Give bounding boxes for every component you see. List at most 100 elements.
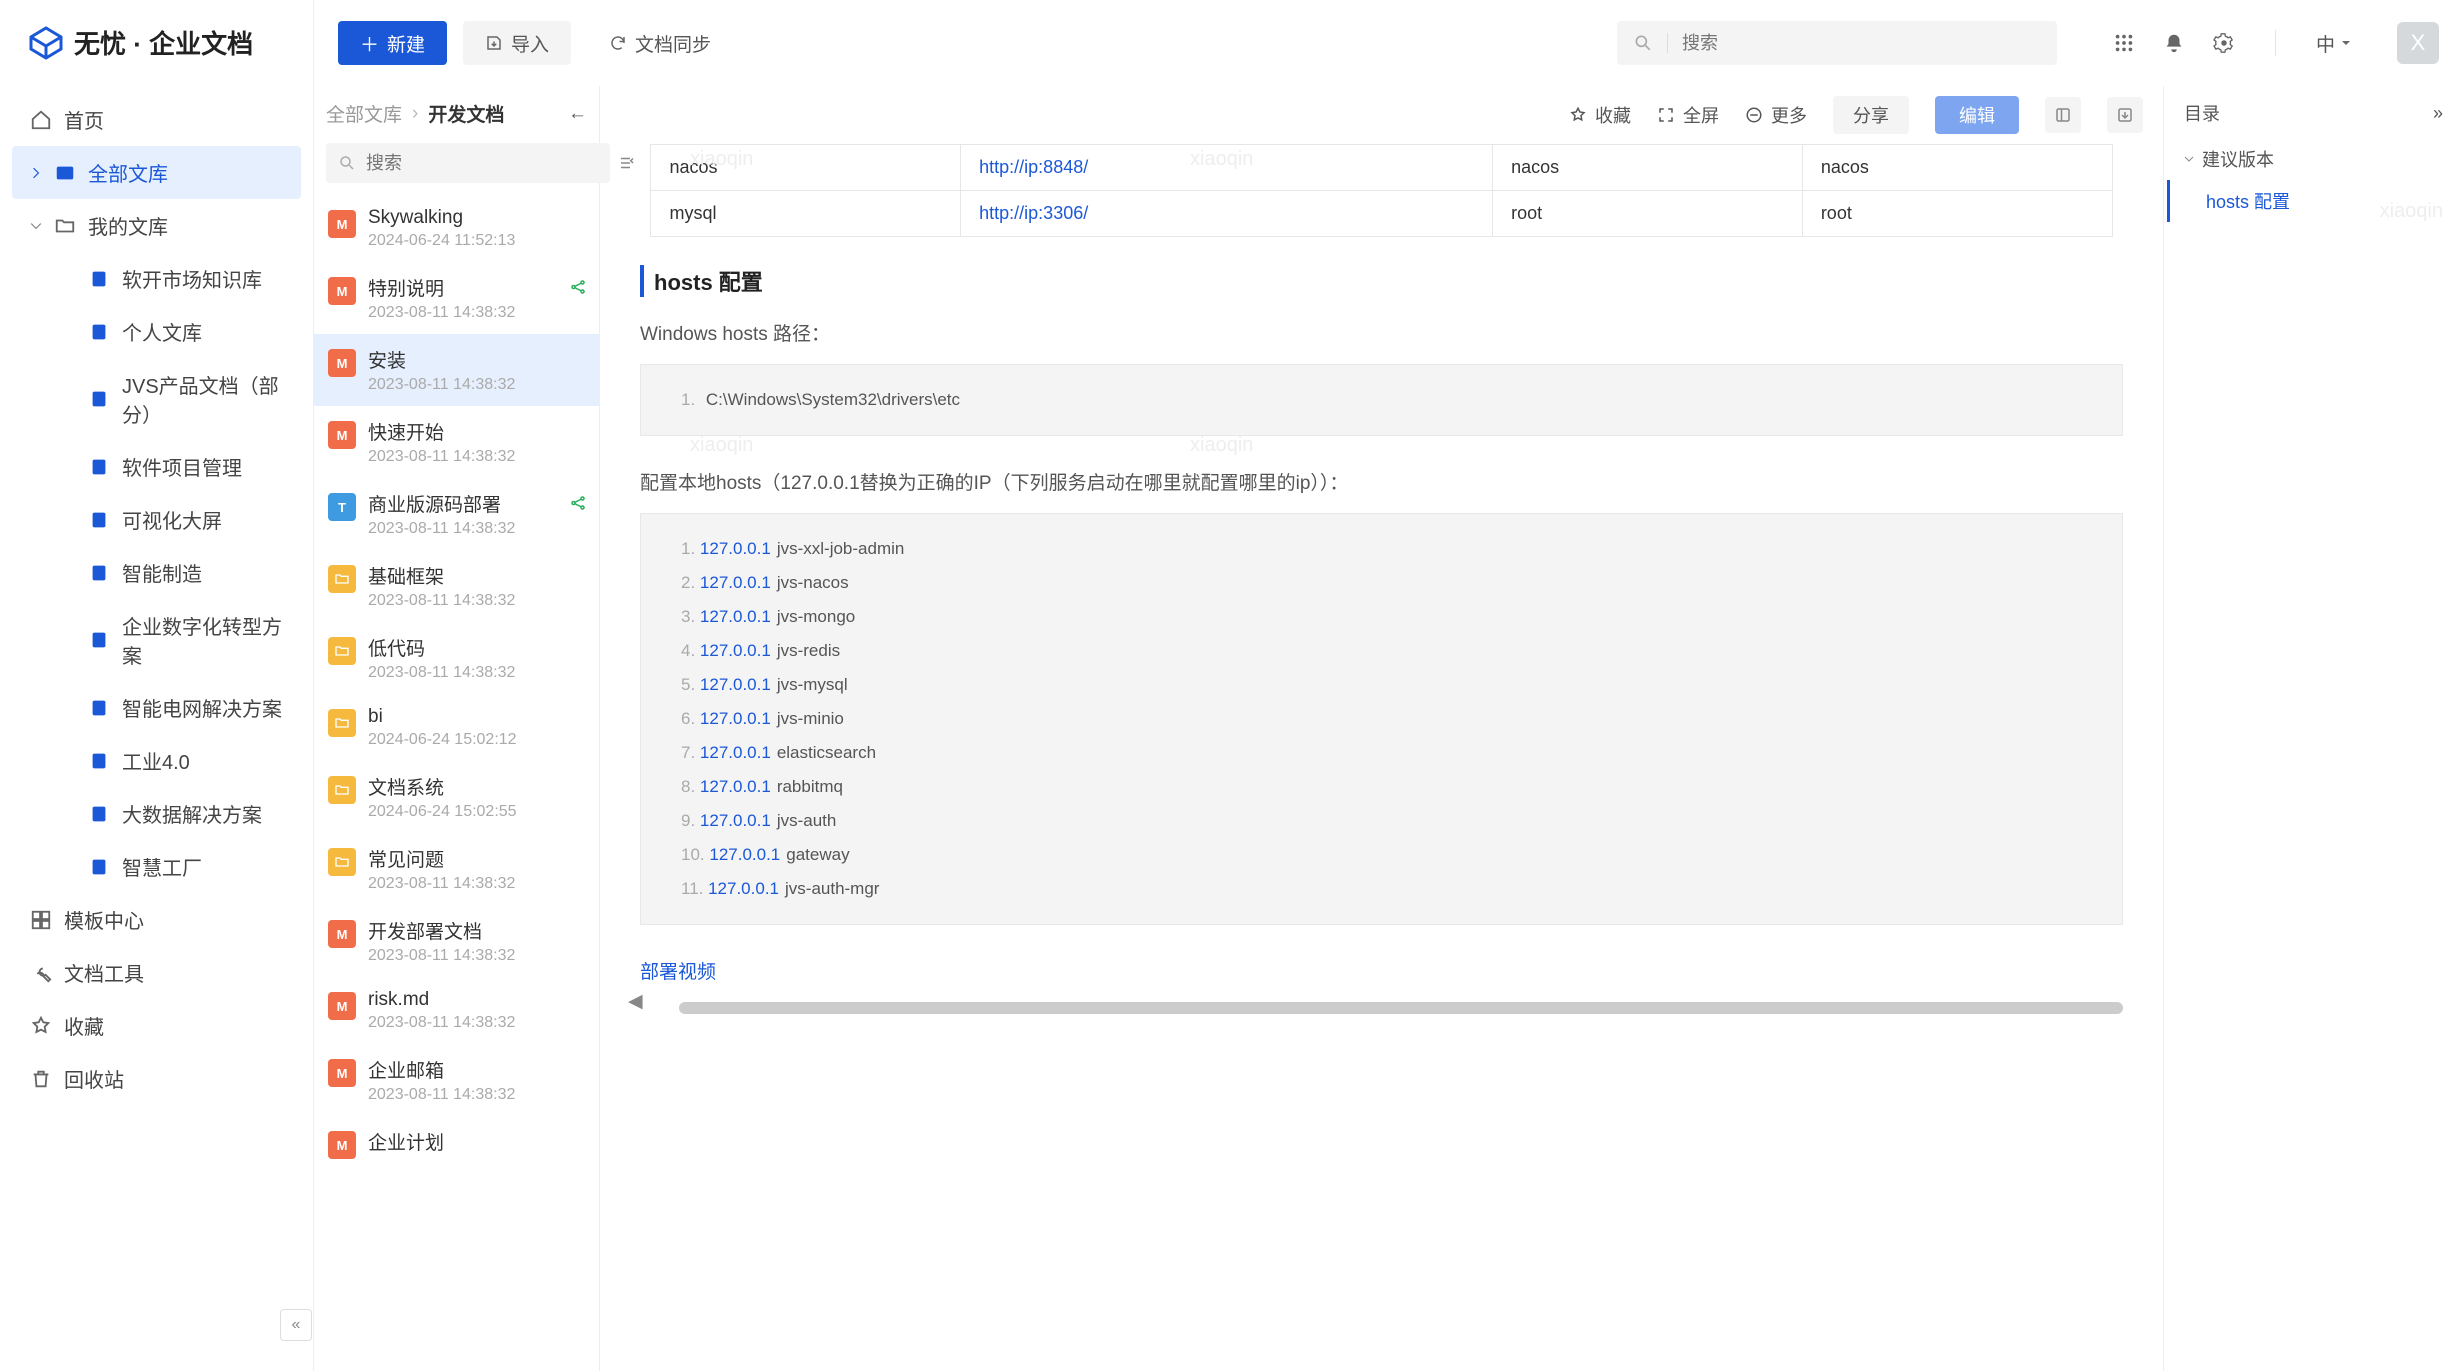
file-title: 企业邮箱 bbox=[368, 1056, 515, 1083]
sidebar-mine-child[interactable]: JVS产品文档（部分） bbox=[12, 358, 301, 440]
collapse-sidebar-button[interactable]: « bbox=[280, 1309, 312, 1341]
file-list-item[interactable]: Mrisk.md2023-08-11 14:38:32 bbox=[314, 977, 599, 1044]
file-title: Skywalking bbox=[368, 207, 515, 229]
file-list-item[interactable]: M特别说明2023-08-11 14:38:32 bbox=[314, 262, 599, 334]
sync-button[interactable]: 文档同步 bbox=[587, 21, 733, 65]
sidebar-home[interactable]: 首页 bbox=[12, 93, 301, 146]
back-button[interactable]: ← bbox=[568, 103, 587, 125]
doc-icon bbox=[88, 456, 110, 478]
file-type-badge bbox=[328, 848, 356, 876]
file-list-item[interactable]: 文档系统2024-06-24 15:02:55 bbox=[314, 761, 599, 833]
import-icon bbox=[485, 34, 503, 52]
file-list-item[interactable]: 基础框架2023-08-11 14:38:32 bbox=[314, 550, 599, 622]
file-title: 安装 bbox=[368, 346, 515, 373]
file-list-item[interactable]: 常见问题2023-08-11 14:38:32 bbox=[314, 833, 599, 905]
fullscreen-button[interactable]: 全屏 bbox=[1657, 102, 1719, 128]
file-list-item[interactable]: 低代码2023-08-11 14:38:32 bbox=[314, 622, 599, 694]
doc-scroll[interactable]: xiaoqin xiaoqin xiaoqin xiaoqin nacoshtt… bbox=[600, 144, 2163, 1371]
settings-icon[interactable] bbox=[2213, 32, 2235, 54]
tools-icon bbox=[30, 962, 52, 984]
search-input[interactable] bbox=[1682, 33, 2041, 54]
more-button[interactable]: 更多 bbox=[1745, 102, 1807, 128]
template-icon bbox=[30, 909, 52, 931]
code-block: C:\Windows\System32\drivers\etc bbox=[640, 364, 2123, 436]
file-list-item[interactable]: M企业邮箱2023-08-11 14:38:32 bbox=[314, 1044, 599, 1116]
export-panel-button[interactable] bbox=[2107, 97, 2143, 133]
table-link[interactable]: http://ip:3306/ bbox=[979, 203, 1088, 223]
apps-icon[interactable] bbox=[2113, 32, 2135, 54]
deploy-video-link[interactable]: 部署视频 bbox=[640, 957, 2143, 984]
sidebar-mine-child[interactable]: 可视化大屏 bbox=[12, 493, 301, 546]
doc-icon bbox=[88, 856, 110, 878]
doc-toolbar: 收藏 全屏 更多 分享 编辑 bbox=[600, 86, 2163, 144]
sidebar-mine-child[interactable]: 软开市场知识库 bbox=[12, 252, 301, 305]
file-list-item[interactable]: MSkywalking2024-06-24 11:52:13 bbox=[314, 195, 599, 262]
home-icon bbox=[30, 109, 52, 131]
toc-item-proposal[interactable]: 建议版本 bbox=[2184, 138, 2443, 180]
file-list-item[interactable]: M企业计划 bbox=[314, 1116, 599, 1171]
document-column: 收藏 全屏 更多 分享 编辑 bbox=[600, 86, 2163, 1371]
file-list: MSkywalking2024-06-24 11:52:13M特别说明2023-… bbox=[314, 191, 599, 1371]
sidebar-trash[interactable]: 回收站 bbox=[12, 1052, 301, 1105]
sidebar-mine-child[interactable]: 智能制造 bbox=[12, 546, 301, 599]
language-picker[interactable]: 中 bbox=[2316, 30, 2351, 57]
file-type-badge bbox=[328, 709, 356, 737]
file-type-badge: M bbox=[328, 992, 356, 1020]
search-icon bbox=[338, 154, 356, 172]
file-list-item[interactable]: bi2024-06-24 15:02:12 bbox=[314, 694, 599, 761]
doc-icon bbox=[88, 750, 110, 772]
breadcrumb-current: 开发文档 bbox=[428, 100, 504, 127]
sidebar-mine-child[interactable]: 软件项目管理 bbox=[12, 440, 301, 493]
sidebar-mine-child[interactable]: 企业数字化转型方案 bbox=[12, 599, 301, 681]
file-title: 企业计划 bbox=[368, 1128, 444, 1155]
user-avatar[interactable]: X bbox=[2397, 22, 2439, 64]
notifications-icon[interactable] bbox=[2163, 32, 2185, 54]
section-heading: hosts 配置 bbox=[640, 265, 2143, 297]
file-type-badge: M bbox=[328, 349, 356, 377]
file-list-item[interactable]: M开发部署文档2023-08-11 14:38:32 bbox=[314, 905, 599, 977]
code-line: 127.0.0.1jvs-redis bbox=[681, 634, 2104, 668]
sidebar-mine-child[interactable]: 智能电网解决方案 bbox=[12, 681, 301, 734]
code-line: 127.0.0.1jvs-nacos bbox=[681, 566, 2104, 600]
sidebar-templates[interactable]: 模板中心 bbox=[12, 893, 301, 946]
sidebar-mine-child[interactable]: 个人文库 bbox=[12, 305, 301, 358]
file-title: 基础框架 bbox=[368, 562, 515, 589]
sidebar-favorites[interactable]: 收藏 bbox=[12, 999, 301, 1052]
favorite-button[interactable]: 收藏 bbox=[1569, 102, 1631, 128]
breadcrumb-root[interactable]: 全部文库 bbox=[326, 100, 402, 127]
table-row: nacoshttp://ip:8848/nacosnacos bbox=[651, 145, 2112, 191]
list-search-input[interactable] bbox=[366, 153, 598, 174]
credentials-table: nacoshttp://ip:8848/nacosnacosmysqlhttp:… bbox=[650, 144, 2112, 237]
file-type-badge: T bbox=[328, 493, 356, 521]
import-button[interactable]: 导入 bbox=[463, 21, 571, 65]
sidebar-tools[interactable]: 文档工具 bbox=[12, 946, 301, 999]
list-search[interactable] bbox=[326, 143, 610, 183]
doc-icon bbox=[88, 388, 110, 410]
file-title: 常见问题 bbox=[368, 845, 515, 872]
table-link[interactable]: http://ip:8848/ bbox=[979, 157, 1088, 177]
file-list-item[interactable]: T商业版源码部署2023-08-11 14:38:32 bbox=[314, 478, 599, 550]
scroll-left-icon[interactable]: ◀ bbox=[628, 990, 643, 1013]
file-list-item[interactable]: M快速开始2023-08-11 14:38:32 bbox=[314, 406, 599, 478]
global-search[interactable] bbox=[1617, 21, 2057, 65]
outline-panel-button[interactable] bbox=[2045, 97, 2081, 133]
sidebar-mine-child[interactable]: 智慧工厂 bbox=[12, 840, 301, 893]
toc-item-hosts[interactable]: hosts 配置 bbox=[2167, 180, 2443, 222]
sidebar-all[interactable]: 全部文库 bbox=[12, 146, 301, 199]
file-type-badge: M bbox=[328, 1059, 356, 1087]
doc-icon bbox=[88, 697, 110, 719]
sidebar-mine-child[interactable]: 大数据解决方案 bbox=[12, 787, 301, 840]
sidebar-mine-child[interactable]: 工业4.0 bbox=[12, 734, 301, 787]
file-type-badge: M bbox=[328, 920, 356, 948]
horizontal-scrollbar[interactable] bbox=[679, 1002, 2123, 1014]
sidebar-mine[interactable]: 我的文库 bbox=[12, 199, 301, 252]
edit-button[interactable]: 编辑 bbox=[1935, 96, 2019, 134]
new-button[interactable]: ＋ 新建 bbox=[338, 21, 447, 65]
file-title: 文档系统 bbox=[368, 773, 517, 800]
code-block: 127.0.0.1jvs-xxl-job-admin127.0.0.1jvs-n… bbox=[640, 513, 2123, 925]
toc-collapse-icon[interactable]: » bbox=[2433, 103, 2443, 124]
share-button[interactable]: 分享 bbox=[1833, 96, 1909, 134]
doc-icon bbox=[88, 321, 110, 343]
file-list-item[interactable]: M安装2023-08-11 14:38:32 bbox=[314, 334, 599, 406]
code-line: 127.0.0.1elasticsearch bbox=[681, 736, 2104, 770]
